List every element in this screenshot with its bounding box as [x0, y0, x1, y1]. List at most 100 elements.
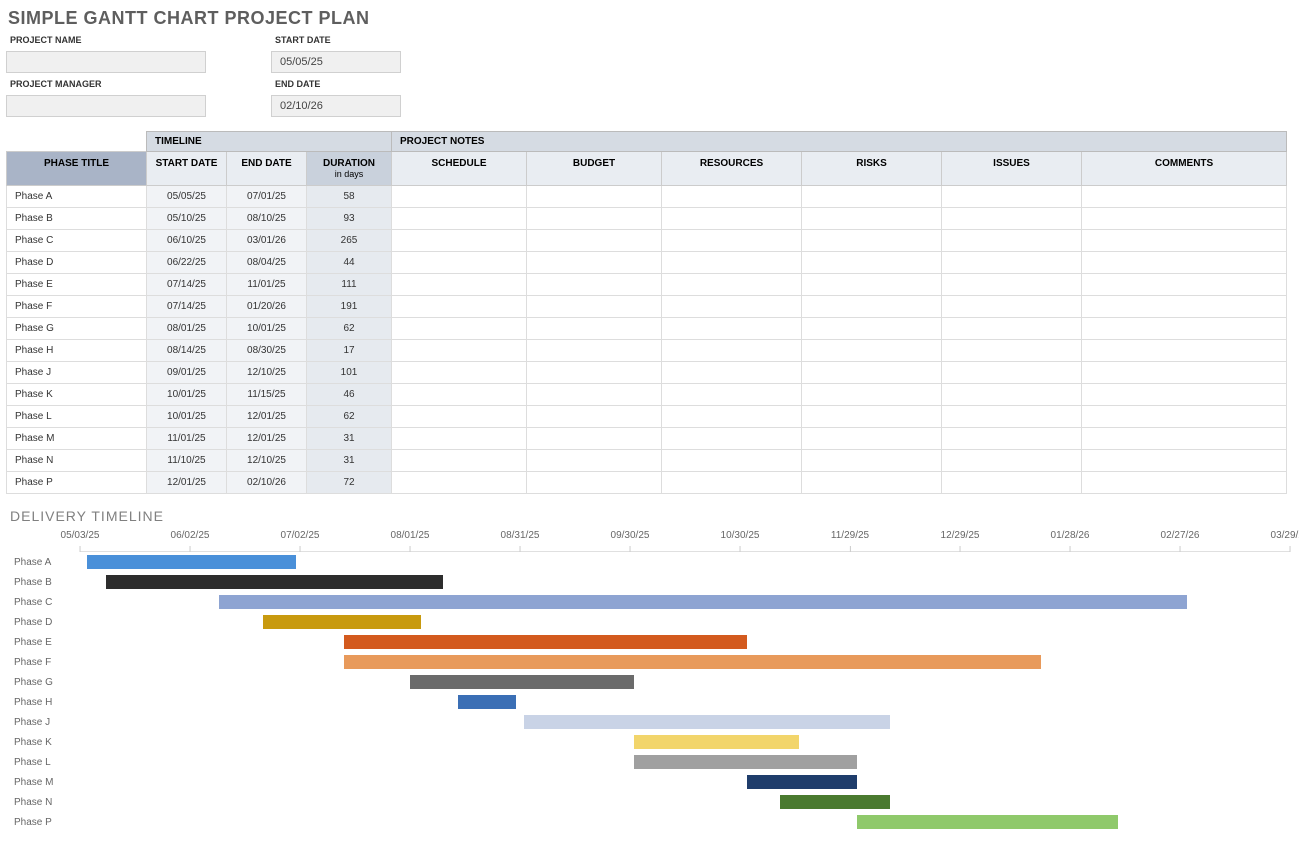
budget-cell[interactable] — [527, 428, 662, 450]
schedule-cell[interactable] — [392, 252, 527, 274]
dur-cell[interactable]: 62 — [307, 318, 392, 340]
table-row[interactable]: Phase D06/22/2508/04/2544 — [7, 252, 1287, 274]
table-row[interactable]: Phase B05/10/2508/10/2593 — [7, 208, 1287, 230]
phase-cell[interactable]: Phase K — [7, 384, 147, 406]
table-row[interactable]: Phase P12/01/2502/10/2672 — [7, 472, 1287, 494]
start-cell[interactable]: 05/05/25 — [147, 186, 227, 208]
issues-cell[interactable] — [942, 296, 1082, 318]
end-cell[interactable]: 07/01/25 — [227, 186, 307, 208]
start-cell[interactable]: 08/01/25 — [147, 318, 227, 340]
risks-cell[interactable] — [802, 252, 942, 274]
budget-cell[interactable] — [527, 340, 662, 362]
table-row[interactable]: Phase F07/14/2501/20/26191 — [7, 296, 1287, 318]
budget-cell[interactable] — [527, 208, 662, 230]
schedule-cell[interactable] — [392, 340, 527, 362]
start-cell[interactable]: 12/01/25 — [147, 472, 227, 494]
phase-cell[interactable]: Phase P — [7, 472, 147, 494]
start-cell[interactable]: 09/01/25 — [147, 362, 227, 384]
start-cell[interactable]: 08/14/25 — [147, 340, 227, 362]
schedule-cell[interactable] — [392, 406, 527, 428]
budget-cell[interactable] — [527, 274, 662, 296]
resources-cell[interactable] — [662, 274, 802, 296]
issues-cell[interactable] — [942, 230, 1082, 252]
phase-cell[interactable]: Phase N — [7, 450, 147, 472]
dur-cell[interactable]: 93 — [307, 208, 392, 230]
dur-cell[interactable]: 101 — [307, 362, 392, 384]
start-date-input[interactable] — [271, 51, 401, 73]
issues-cell[interactable] — [942, 274, 1082, 296]
table-row[interactable]: Phase N11/10/2512/10/2531 — [7, 450, 1287, 472]
end-cell[interactable]: 08/30/25 — [227, 340, 307, 362]
table-row[interactable]: Phase E07/14/2511/01/25111 — [7, 274, 1287, 296]
issues-cell[interactable] — [942, 406, 1082, 428]
issues-cell[interactable] — [942, 362, 1082, 384]
resources-cell[interactable] — [662, 450, 802, 472]
budget-cell[interactable] — [527, 406, 662, 428]
issues-cell[interactable] — [942, 186, 1082, 208]
phase-cell[interactable]: Phase G — [7, 318, 147, 340]
budget-cell[interactable] — [527, 186, 662, 208]
resources-cell[interactable] — [662, 340, 802, 362]
risks-cell[interactable] — [802, 318, 942, 340]
end-cell[interactable]: 01/20/26 — [227, 296, 307, 318]
table-row[interactable]: Phase K10/01/2511/15/2546 — [7, 384, 1287, 406]
comments-cell[interactable] — [1082, 362, 1287, 384]
resources-cell[interactable] — [662, 384, 802, 406]
start-cell[interactable]: 06/10/25 — [147, 230, 227, 252]
risks-cell[interactable] — [802, 296, 942, 318]
start-cell[interactable]: 10/01/25 — [147, 384, 227, 406]
issues-cell[interactable] — [942, 428, 1082, 450]
comments-cell[interactable] — [1082, 406, 1287, 428]
start-cell[interactable]: 10/01/25 — [147, 406, 227, 428]
resources-cell[interactable] — [662, 296, 802, 318]
table-row[interactable]: Phase M11/01/2512/01/2531 — [7, 428, 1287, 450]
risks-cell[interactable] — [802, 340, 942, 362]
schedule-cell[interactable] — [392, 318, 527, 340]
dur-cell[interactable]: 72 — [307, 472, 392, 494]
budget-cell[interactable] — [527, 252, 662, 274]
dur-cell[interactable]: 17 — [307, 340, 392, 362]
end-cell[interactable]: 08/10/25 — [227, 208, 307, 230]
comments-cell[interactable] — [1082, 274, 1287, 296]
dur-cell[interactable]: 62 — [307, 406, 392, 428]
issues-cell[interactable] — [942, 208, 1082, 230]
phase-cell[interactable]: Phase M — [7, 428, 147, 450]
schedule-cell[interactable] — [392, 208, 527, 230]
comments-cell[interactable] — [1082, 230, 1287, 252]
risks-cell[interactable] — [802, 274, 942, 296]
resources-cell[interactable] — [662, 252, 802, 274]
table-row[interactable]: Phase C06/10/2503/01/26265 — [7, 230, 1287, 252]
risks-cell[interactable] — [802, 450, 942, 472]
start-cell[interactable]: 11/01/25 — [147, 428, 227, 450]
end-cell[interactable]: 12/01/25 — [227, 406, 307, 428]
risks-cell[interactable] — [802, 384, 942, 406]
comments-cell[interactable] — [1082, 428, 1287, 450]
start-cell[interactable]: 05/10/25 — [147, 208, 227, 230]
schedule-cell[interactable] — [392, 428, 527, 450]
comments-cell[interactable] — [1082, 450, 1287, 472]
dur-cell[interactable]: 58 — [307, 186, 392, 208]
risks-cell[interactable] — [802, 362, 942, 384]
phase-cell[interactable]: Phase J — [7, 362, 147, 384]
resources-cell[interactable] — [662, 406, 802, 428]
end-cell[interactable]: 02/10/26 — [227, 472, 307, 494]
end-cell[interactable]: 10/01/25 — [227, 318, 307, 340]
dur-cell[interactable]: 31 — [307, 450, 392, 472]
comments-cell[interactable] — [1082, 384, 1287, 406]
budget-cell[interactable] — [527, 230, 662, 252]
end-cell[interactable]: 12/01/25 — [227, 428, 307, 450]
dur-cell[interactable]: 31 — [307, 428, 392, 450]
risks-cell[interactable] — [802, 230, 942, 252]
resources-cell[interactable] — [662, 362, 802, 384]
schedule-cell[interactable] — [392, 472, 527, 494]
end-date-input[interactable] — [271, 95, 401, 117]
phase-cell[interactable]: Phase F — [7, 296, 147, 318]
resources-cell[interactable] — [662, 472, 802, 494]
budget-cell[interactable] — [527, 296, 662, 318]
resources-cell[interactable] — [662, 208, 802, 230]
project-name-input[interactable] — [6, 51, 206, 73]
end-cell[interactable]: 08/04/25 — [227, 252, 307, 274]
project-manager-input[interactable] — [6, 95, 206, 117]
dur-cell[interactable]: 111 — [307, 274, 392, 296]
comments-cell[interactable] — [1082, 340, 1287, 362]
